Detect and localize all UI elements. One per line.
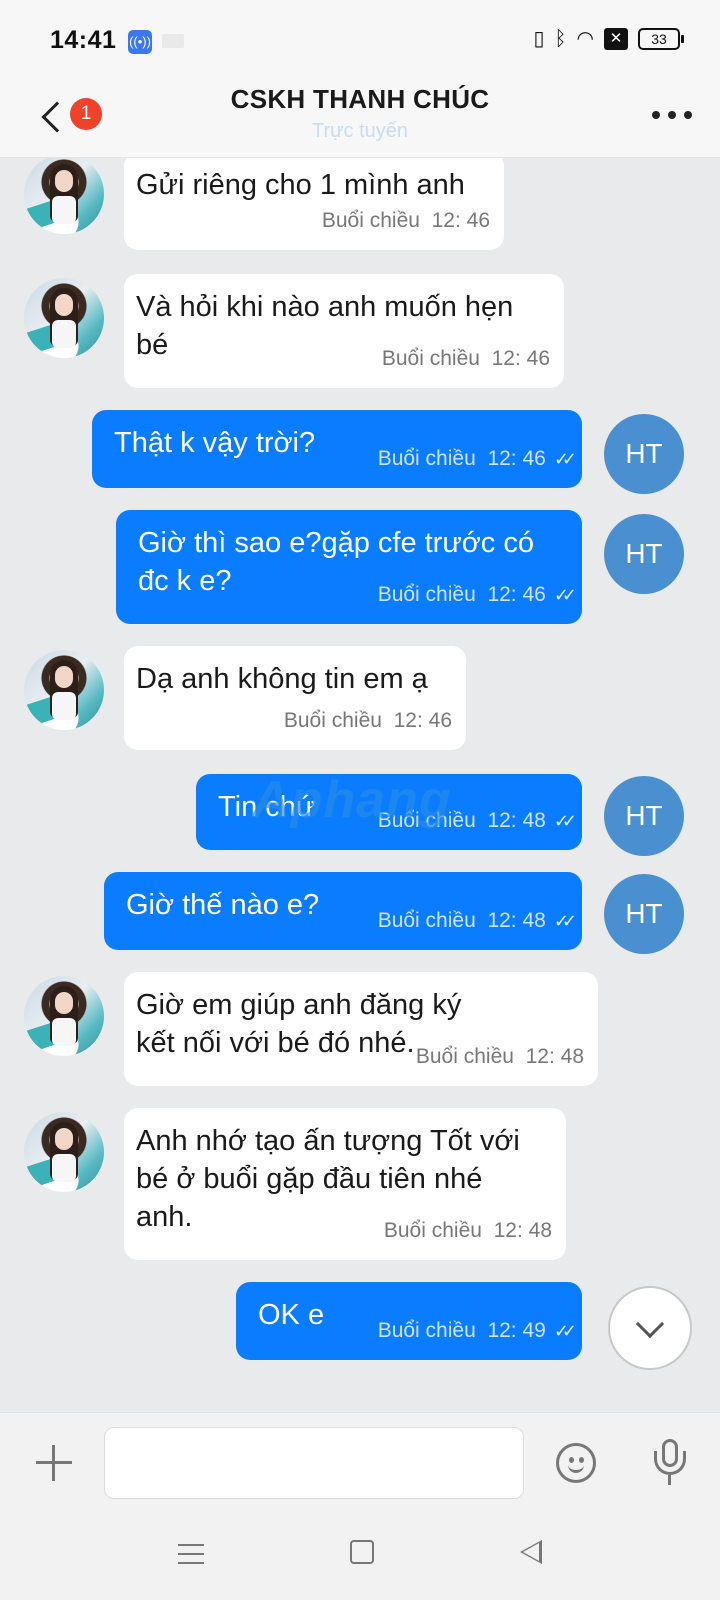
incoming-message[interactable]: Và hỏi khi nào anh muốn hẹn bé Buổi chiề… — [124, 274, 564, 388]
status-time: 14:41 — [50, 26, 117, 54]
message-input[interactable] — [104, 1427, 524, 1499]
message-timestamp: Buổi chiều 12: 46 — [283, 709, 452, 732]
message-text: Gửi riêng cho 1 mình anh — [136, 169, 465, 201]
vibrate-icon: ▯ — [533, 28, 545, 50]
status-bar: 14:41 ((•)) ▯ ᛒ ◠ ✕ 33 — [0, 0, 720, 80]
message-timestamp: Buổi chiều 12: 49 ✓✓ — [378, 1312, 577, 1350]
back-nav-button[interactable] — [520, 1540, 542, 1564]
outgoing-message[interactable]: Giờ thì sao e?gặp cfe trước có đc k e? B… — [116, 510, 582, 624]
chevron-down-icon — [635, 1309, 665, 1339]
contact-avatar[interactable] — [24, 650, 104, 730]
contact-avatar[interactable] — [24, 976, 104, 1056]
double-check-icon: ✓✓ — [553, 585, 577, 605]
message-composer — [0, 1412, 720, 1512]
emoji-icon — [569, 1457, 574, 1463]
scroll-to-bottom-button[interactable] — [608, 1286, 692, 1370]
battery-icon: 33 — [638, 28, 684, 50]
user-avatar[interactable]: HT — [604, 874, 684, 954]
wifi-icon: ◠ — [576, 28, 594, 50]
close-box-icon: ✕ — [604, 28, 628, 50]
recent-apps-button[interactable] — [178, 1542, 204, 1566]
outgoing-message[interactable]: Giờ thế nào e? Buổi chiều 12: 48 ✓✓ — [104, 872, 582, 950]
contact-avatar[interactable] — [24, 1112, 104, 1192]
dot-icon — [668, 111, 676, 119]
contact-avatar[interactable] — [24, 278, 104, 358]
chat-title: CSKH THANH CHÚC — [230, 84, 490, 114]
incoming-message[interactable]: Giờ em giúp anh đăng ký kết nối với bé đ… — [124, 972, 598, 1086]
system-nav-bar — [0, 1512, 720, 1600]
outgoing-message[interactable]: Thật k vậy trời? Buổi chiều 12: 46 ✓✓ — [92, 410, 582, 488]
hotspot-icon: ((•)) — [128, 30, 152, 54]
online-status: Trực tuyến — [311, 120, 408, 142]
incoming-message[interactable]: Gửi riêng cho 1 mình anh Buổi chiều 12: … — [124, 158, 504, 250]
message-timestamp: Buổi chiều 12: 46 — [321, 209, 490, 232]
message-timestamp: Buổi chiều 12: 46 ✓✓ — [378, 576, 577, 614]
dot-icon — [652, 111, 660, 119]
outgoing-message[interactable]: OK e Buổi chiều 12: 49 ✓✓ — [236, 1282, 582, 1360]
notification-icon — [162, 34, 184, 48]
emoji-button[interactable] — [556, 1443, 596, 1483]
double-check-icon: ✓✓ — [553, 1321, 577, 1341]
user-avatar[interactable]: HT — [604, 776, 684, 856]
attach-plus-button[interactable] — [34, 1443, 74, 1483]
double-check-icon: ✓✓ — [553, 911, 577, 931]
bluetooth-icon: ᛒ — [554, 28, 567, 50]
message-timestamp: Buổi chiều 12: 48 ✓✓ — [378, 902, 577, 940]
incoming-message[interactable]: Anh nhớ tạo ấn tượng Tốt với bé ở buổi g… — [124, 1108, 566, 1260]
message-timestamp: Buổi chiều 12: 46 — [381, 347, 550, 370]
dot-icon — [684, 111, 692, 119]
incoming-message[interactable]: Dạ anh không tin em ạ Buổi chiều 12: 46 — [124, 646, 466, 750]
double-check-icon: ✓✓ — [553, 449, 577, 469]
home-button[interactable] — [350, 1540, 374, 1564]
user-avatar[interactable]: HT — [604, 514, 684, 594]
message-text: Dạ anh không tin em ạ — [136, 663, 428, 695]
contact-avatar[interactable] — [24, 158, 104, 234]
chat-header: 1 CSKH THANH CHÚC Trực tuyến — [0, 80, 720, 158]
voice-button[interactable] — [650, 1439, 690, 1489]
user-avatar[interactable]: HT — [604, 414, 684, 494]
watermark-logo: Aphang — [252, 771, 452, 829]
more-options-button[interactable] — [652, 100, 692, 130]
message-timestamp: Buổi chiều 12: 48 — [383, 1219, 552, 1242]
double-check-icon: ✓✓ — [553, 811, 577, 831]
message-timestamp: Buổi chiều 12: 48 — [415, 1045, 584, 1068]
status-icons: ▯ ᛒ ◠ ✕ 33 — [533, 24, 684, 54]
message-timestamp: Buổi chiều 12: 46 ✓✓ — [378, 440, 577, 478]
